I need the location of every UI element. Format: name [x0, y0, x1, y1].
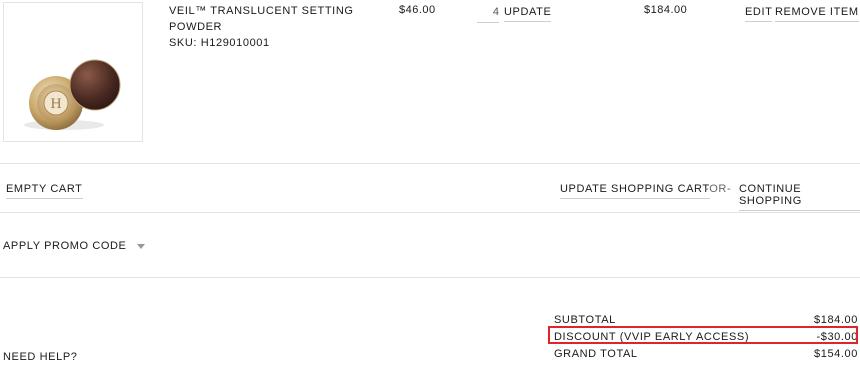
grand-total-value: $154.00	[814, 348, 858, 360]
svg-text:H: H	[50, 97, 61, 112]
unit-price: $46.00	[399, 4, 436, 16]
remove-item-button[interactable]: REMOVE ITEM	[775, 6, 859, 22]
powder-compact-image: H	[24, 59, 121, 130]
update-qty-button[interactable]: UPDATE	[504, 6, 552, 22]
chevron-down-icon	[136, 243, 145, 249]
grand-total-row: GRAND TOTAL $154.00	[554, 346, 858, 363]
empty-cart-button[interactable]: EMPTY CART	[6, 183, 83, 199]
promo-label: APPLY PROMO CODE	[3, 240, 127, 252]
product-sku: SKU: H129010001	[169, 37, 270, 49]
product-image[interactable]: H	[3, 2, 143, 142]
divider	[0, 163, 860, 164]
product-name[interactable]: VEIL™ TRANSLUCENT SETTING POWDER	[169, 3, 359, 35]
line-total: $184.00	[644, 4, 688, 16]
or-separator: -OR-	[705, 183, 732, 195]
discount-highlight-box	[548, 326, 858, 344]
continue-shopping-button[interactable]: CONTINUE SHOPPING	[739, 183, 860, 211]
apply-promo-code-toggle[interactable]: APPLY PROMO CODE	[3, 240, 145, 252]
update-shopping-cart-button[interactable]: UPDATE SHOPPING CART	[560, 183, 710, 199]
divider	[0, 277, 860, 278]
need-help-heading: NEED HELP?	[3, 351, 78, 363]
divider	[0, 212, 860, 213]
grand-total-label: GRAND TOTAL	[554, 348, 638, 360]
quantity-input[interactable]: 4	[477, 2, 499, 23]
edit-button[interactable]: EDIT	[745, 6, 773, 22]
